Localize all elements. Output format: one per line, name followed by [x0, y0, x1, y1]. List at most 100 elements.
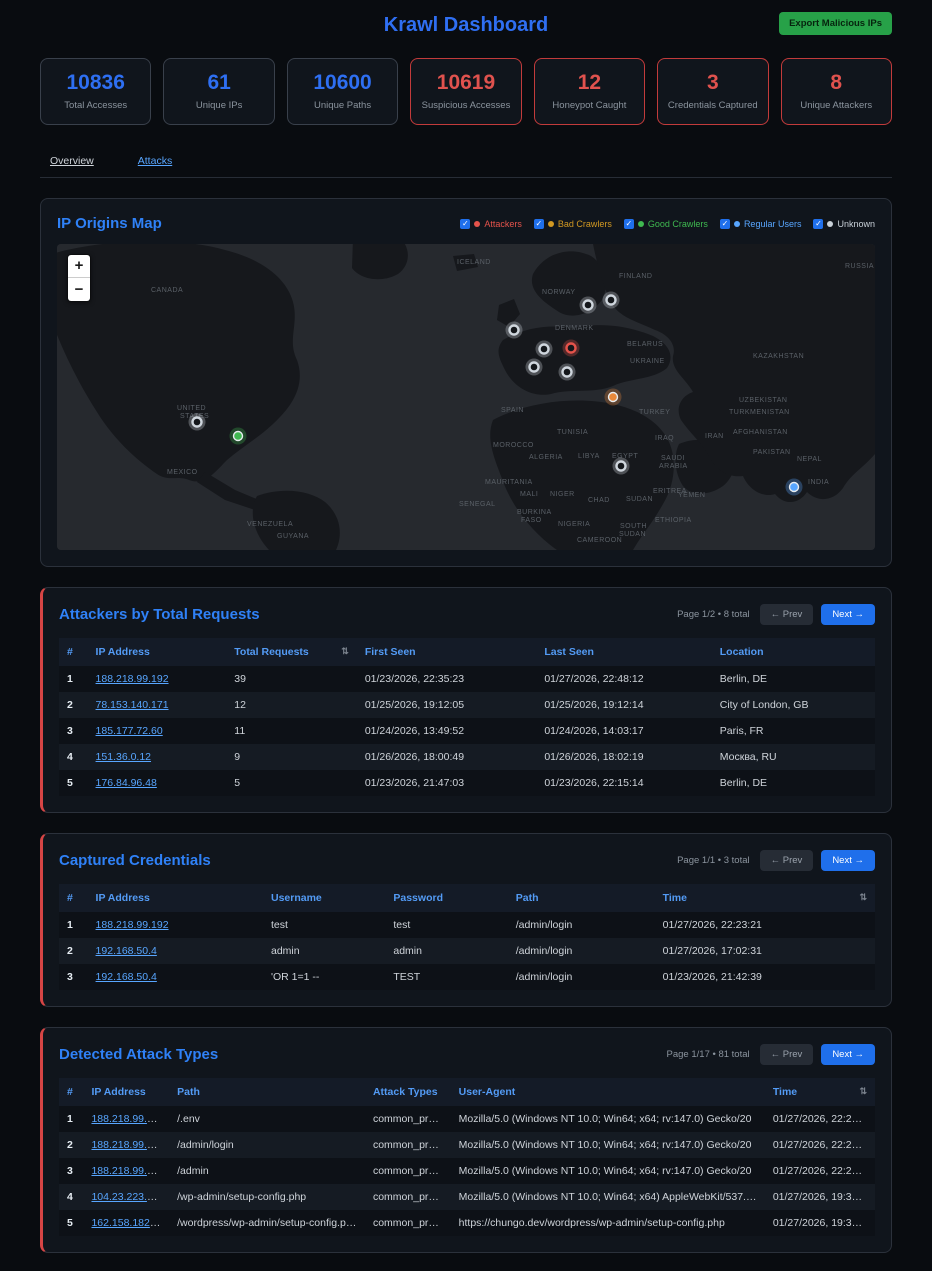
legend-checkbox[interactable]: ✓ [813, 219, 823, 229]
ip-link[interactable]: 188.218.99.192 [91, 1113, 164, 1125]
legend-item-attackers[interactable]: ✓ Attackers [460, 219, 522, 229]
legend-label: Unknown [837, 219, 875, 229]
zoom-out-button[interactable]: − [68, 278, 90, 301]
table-cell: 01/25/2026, 19:12:05 [357, 692, 537, 718]
ip-link[interactable]: 192.168.50.4 [96, 945, 157, 957]
table-cell: 01/25/2026, 19:12:14 [536, 692, 711, 718]
sort-icon[interactable]: ⇅ [859, 1086, 867, 1097]
column-header-total-requests[interactable]: Total Requests⇅ [226, 638, 357, 666]
legend-checkbox[interactable]: ✓ [534, 219, 544, 229]
next-page-button[interactable]: Next → [821, 1044, 875, 1065]
next-page-button[interactable]: Next → [821, 604, 875, 625]
map-container[interactable]: + − CANADAICELANDRUSSI [57, 244, 875, 550]
column-header--[interactable]: # [59, 884, 88, 912]
table-row: 3185.177.72.601101/24/2026, 13:49:5201/2… [59, 718, 875, 744]
map-country-label: ALGERIA [529, 454, 563, 461]
column-header--[interactable]: # [59, 1078, 83, 1106]
column-header-time[interactable]: Time⇅ [655, 884, 875, 912]
legend-item-good-crawlers[interactable]: ✓Good Crawlers [624, 219, 708, 229]
legend-item-unknown[interactable]: ✓ Unknown [813, 219, 875, 229]
legend-item-regular-users[interactable]: ✓Regular Users [720, 219, 802, 229]
ip-link[interactable]: 162.158.182.104 [91, 1217, 169, 1229]
legend-item-bad-crawlers[interactable]: ✓Bad Crawlers [534, 219, 612, 229]
map-marker[interactable] [613, 458, 630, 475]
legend-dot-icon [638, 221, 644, 227]
map-marker[interactable] [786, 479, 803, 496]
column-header--[interactable]: # [59, 638, 88, 666]
map-marker[interactable] [603, 292, 620, 309]
column-header-username[interactable]: Username [263, 884, 385, 912]
table-header-row: #IP AddressTotal Requests⇅First SeenLast… [59, 638, 875, 666]
map-country-label: INDIA [808, 479, 829, 486]
ip-link[interactable]: 188.218.99.192 [91, 1139, 164, 1151]
ip-link[interactable]: 192.168.50.4 [96, 971, 157, 983]
column-header-first-seen[interactable]: First Seen [357, 638, 537, 666]
map-marker[interactable] [559, 364, 576, 381]
table-cell: test [385, 912, 507, 938]
ip-link[interactable]: 188.218.99.192 [91, 1165, 164, 1177]
zoom-in-button[interactable]: + [68, 255, 90, 278]
ip-link[interactable]: 185.177.72.60 [96, 725, 163, 737]
export-malicious-ips-button[interactable]: Export Malicious IPs [779, 12, 892, 35]
column-header-last-seen[interactable]: Last Seen [536, 638, 711, 666]
legend-checkbox[interactable]: ✓ [624, 219, 634, 229]
sort-icon[interactable]: ⇅ [341, 646, 349, 657]
stat-card-unique-paths: 10600Unique Paths [287, 58, 398, 125]
table-cell: 3 [59, 718, 88, 744]
column-header-path[interactable]: Path [169, 1078, 365, 1106]
page-info: Page 1/2 • 8 total [677, 609, 750, 620]
map-country-label: DENMARK [555, 325, 594, 332]
pagination: Page 1/1 • 3 total ← Prev Next → [677, 850, 875, 871]
next-page-button[interactable]: Next → [821, 850, 875, 871]
ip-link[interactable]: 151.36.0.12 [96, 751, 151, 763]
ip-link[interactable]: 78.153.140.171 [96, 699, 169, 711]
legend-dot-icon [734, 221, 740, 227]
prev-page-button[interactable]: ← Prev [760, 604, 814, 625]
map-marker[interactable] [189, 414, 206, 431]
stat-value: 10836 [45, 71, 146, 95]
table-cell: 01/24/2026, 14:03:17 [536, 718, 711, 744]
legend-checkbox[interactable]: ✓ [720, 219, 730, 229]
table-row: 3192.168.50.4'OR 1=1 --TEST/admin/login0… [59, 964, 875, 990]
map-country-label: PAKISTAN [753, 449, 791, 456]
prev-page-button[interactable]: ← Prev [760, 850, 814, 871]
legend-checkbox[interactable]: ✓ [460, 219, 470, 229]
map-marker[interactable] [580, 297, 597, 314]
column-header-ip-address[interactable]: IP Address [88, 884, 263, 912]
legend-label: Attackers [484, 219, 522, 229]
tab-overview[interactable]: Overview [50, 155, 94, 167]
tab-attacks[interactable]: Attacks [138, 155, 172, 167]
column-header-location[interactable]: Location [712, 638, 875, 666]
column-header-time[interactable]: Time⇅ [765, 1078, 875, 1106]
prev-page-button[interactable]: ← Prev [760, 1044, 814, 1065]
stats-row: 10836Total Accesses61Unique IPs10600Uniq… [40, 58, 892, 125]
world-map[interactable]: CANADAICELANDRUSSIANORWAYFINLANDDENMARKB… [57, 244, 875, 550]
column-header-attack-types[interactable]: Attack Types [365, 1078, 451, 1106]
map-marker[interactable] [563, 340, 580, 357]
column-header-ip-address[interactable]: IP Address [83, 1078, 169, 1106]
table-cell: 5 [226, 770, 357, 796]
stat-label: Credentials Captured [662, 100, 763, 111]
stat-card-unique-attackers: 8Unique Attackers [781, 58, 892, 125]
column-header-ip-address[interactable]: IP Address [88, 638, 227, 666]
map-marker[interactable] [526, 359, 543, 376]
table-header-row: #IP AddressUsernamePasswordPathTime⇅ [59, 884, 875, 912]
column-header-user-agent[interactable]: User-Agent [451, 1078, 765, 1106]
map-marker[interactable] [536, 341, 553, 358]
ip-link[interactable]: 188.218.99.192 [96, 919, 169, 931]
map-marker[interactable] [230, 428, 247, 445]
ip-link[interactable]: 176.84.96.48 [96, 777, 157, 789]
map-legend: ✓ Attackers ✓Bad Crawlers ✓Good Crawlers ✓Re… [460, 219, 875, 229]
ip-link[interactable]: 188.218.99.192 [96, 673, 169, 685]
table-cell: Paris, FR [712, 718, 875, 744]
map-country-label: MAURITANIA [485, 479, 533, 486]
ip-link[interactable]: 104.23.223.128 [91, 1191, 164, 1203]
map-country-label: BELARUS [627, 341, 663, 348]
map-marker[interactable] [506, 322, 523, 339]
column-header-path[interactable]: Path [508, 884, 655, 912]
table-cell: Berlin, DE [712, 666, 875, 692]
table-cell: /admin [169, 1158, 365, 1184]
column-header-password[interactable]: Password [385, 884, 507, 912]
sort-icon[interactable]: ⇅ [859, 892, 867, 903]
map-marker[interactable] [605, 389, 622, 406]
